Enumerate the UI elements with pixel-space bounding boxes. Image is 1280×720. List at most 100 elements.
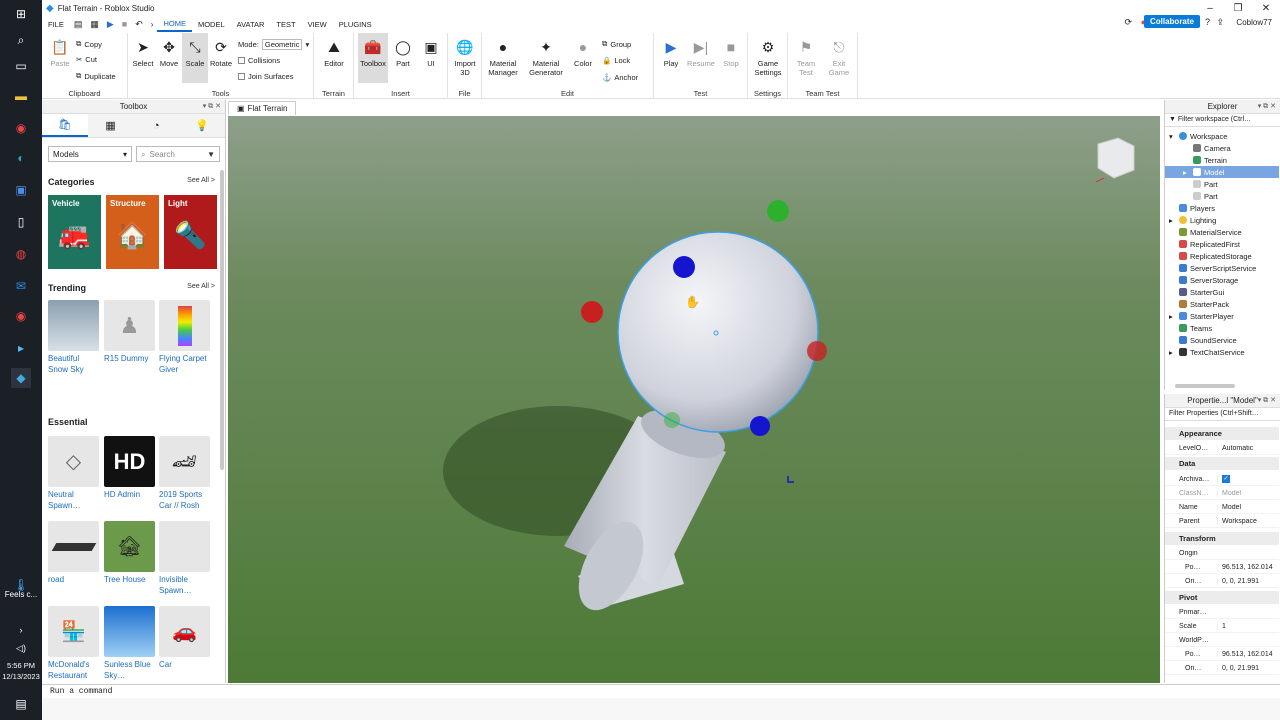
resume-button[interactable]: ▶| Resume — [686, 37, 716, 69]
prop-origin[interactable]: Origin — [1165, 547, 1279, 560]
play-button[interactable]: ▶ Play — [658, 37, 684, 69]
category-light[interactable]: Light 🔦 — [164, 195, 217, 269]
scale-handle-green-top[interactable] — [767, 200, 789, 222]
explorer-item-model[interactable]: ▸ Model — [1165, 166, 1279, 178]
appearance-section[interactable]: Appearance — [1165, 427, 1279, 440]
weather-widget[interactable]: 🌡 Feels c... — [0, 579, 42, 600]
toolbox-search-input[interactable]: ⌕ Search ▼ — [136, 146, 220, 162]
help-icon[interactable]: ? — [1205, 17, 1210, 27]
explorer-filter-input[interactable]: ▼ Filter workspace (Ctrl… — [1165, 114, 1280, 127]
prop-origin-orientation[interactable]: Ori… 0, 0, 21.991 — [1165, 575, 1279, 588]
prop-primary-part[interactable]: Primar… — [1165, 606, 1279, 619]
rotate-button[interactable]: ⟳ Rotate — [208, 37, 234, 69]
explorer-item-part[interactable]: Part — [1165, 178, 1279, 190]
trending-item-3[interactable]: Flying Carpet Giver — [159, 300, 211, 375]
recent-tab[interactable]: ◔ — [133, 114, 180, 137]
prop-archivable[interactable]: Archiva… ✓ — [1165, 473, 1279, 486]
prop-parent[interactable]: Parent Workspace — [1165, 515, 1279, 528]
essential-item-5[interactable]: 🏚 Tree House — [104, 521, 156, 585]
scale-handle-red-right[interactable] — [807, 341, 827, 361]
category-filter-select[interactable]: Models ▾ — [48, 146, 132, 162]
edge-icon[interactable]: ◐ — [11, 148, 31, 168]
3d-viewport[interactable]: ✋ — [228, 116, 1160, 683]
panel-controls-icon[interactable]: ▾ ⧉ ✕ — [1258, 396, 1276, 405]
explorer-item-workspace[interactable]: ▾ Workspace — [1165, 130, 1279, 142]
explorer-item-part[interactable]: Part — [1165, 190, 1279, 202]
explorer-item-starter-player[interactable]: ▸ StarterPlayer — [1165, 310, 1279, 322]
publish-icon[interactable]: ▦ — [86, 19, 103, 30]
import-3d-button[interactable]: 🌐 Import 3D — [450, 37, 480, 78]
explorer-item-replicated-first[interactable]: ReplicatedFirst — [1165, 238, 1279, 250]
prop-scale[interactable]: Scale 1 — [1165, 620, 1279, 633]
filter-icon[interactable]: ▼ — [207, 150, 215, 159]
essential-item-8[interactable]: Sunless Blue Sky… — [104, 606, 156, 681]
marketplace-tab[interactable]: 🛍 — [42, 114, 88, 137]
prop-world-pivot[interactable]: WorldP… — [1165, 634, 1279, 647]
terminal-icon[interactable]: ▸ — [11, 338, 31, 358]
explorer-item-replicated-storage[interactable]: ReplicatedStorage — [1165, 250, 1279, 262]
scale-handle-green-bottom[interactable] — [664, 412, 680, 428]
file-explorer-icon[interactable]: ▬ — [11, 86, 31, 106]
trending-see-all-link[interactable]: See All > — [187, 283, 215, 290]
play-quick-icon[interactable]: ▶ — [103, 19, 118, 30]
color-button[interactable]: ● Color — [570, 37, 596, 68]
move-button[interactable]: ✥ Move — [156, 37, 182, 69]
share-icon[interactable]: ⟳ — [1124, 17, 1132, 28]
material-manager-button[interactable]: ● Material Manager — [484, 37, 522, 77]
trending-item-2[interactable]: ♟ R15 Dummy — [104, 300, 156, 364]
essential-item-1[interactable]: ◇ Neutral Spawn… — [48, 436, 100, 511]
transform-section[interactable]: Transform — [1165, 532, 1279, 545]
stop-button[interactable]: ■ Stop — [718, 37, 744, 68]
notification-icon[interactable]: ▤ — [11, 694, 31, 714]
game-settings-button[interactable]: ⚙ Game Settings — [752, 37, 784, 78]
essential-item-6[interactable]: Invisible Spawn… — [159, 521, 211, 596]
panel-controls-icon[interactable]: ▾ ⧉ ✕ — [203, 102, 221, 111]
menu-avatar[interactable]: AVATAR — [231, 16, 271, 32]
lock-button[interactable]: 🔒 Lock — [602, 56, 630, 65]
explorer-item-server-script-service[interactable]: ServerScriptService — [1165, 262, 1279, 274]
explorer-item-sound-service[interactable]: SoundService — [1165, 334, 1279, 346]
essential-item-4[interactable]: road — [48, 521, 100, 585]
inventory-tab[interactable]: ▦ — [87, 114, 134, 137]
explorer-item-text-chat-service[interactable]: ▸ TextChatService — [1165, 346, 1279, 358]
creations-tab[interactable]: 💡 — [179, 114, 225, 137]
checkbox-checked-icon[interactable]: ✓ — [1222, 475, 1230, 483]
cut-button[interactable]: ✂ Cut — [76, 55, 97, 64]
collisions-checkbox[interactable]: Collisions — [238, 56, 280, 65]
properties-filter-input[interactable]: Filter Properties (Ctrl+Shift… — [1165, 408, 1280, 421]
copy-button[interactable]: ⧉ Copy — [76, 39, 102, 49]
search-icon[interactable]: ⌕ — [11, 30, 31, 50]
volume-icon[interactable]: ◁) — [11, 638, 31, 658]
stop-quick-icon[interactable]: ■ — [118, 19, 131, 29]
roblox-studio-icon[interactable]: ◆ — [11, 368, 31, 388]
username[interactable]: Coblow77 — [1236, 18, 1272, 27]
mode-select[interactable]: Mode: Geometric ▾ — [238, 39, 309, 50]
app-icon[interactable]: ◍ — [11, 244, 31, 264]
menu-home[interactable]: HOME — [157, 16, 192, 32]
anchor-button[interactable]: ⚓ Anchor — [602, 73, 638, 82]
prop-level-of-detail[interactable]: LevelO… Automatic — [1165, 442, 1279, 455]
essential-item-9[interactable]: 🚗 Car — [159, 606, 211, 670]
part-button[interactable]: ◯ Part — [390, 37, 416, 69]
paste-button[interactable]: 📋 Paste — [46, 37, 74, 69]
scale-handle-blue-bottom[interactable] — [750, 416, 770, 436]
prop-world-orientation[interactable]: Ori… 0, 0, 21.991 — [1165, 662, 1279, 675]
prop-name[interactable]: Name Model — [1165, 501, 1279, 514]
trending-item-1[interactable]: Beautiful Snow Sky — [48, 300, 100, 375]
toolbox-button[interactable]: 🧰 Toolbox — [358, 33, 388, 83]
explorer-horizontal-scrollbar[interactable] — [1175, 384, 1235, 388]
category-vehicle[interactable]: Vehicle 🚒 — [48, 195, 101, 269]
menu-plugins[interactable]: PLUGINS — [333, 16, 378, 32]
prop-world-position[interactable]: Po… 96.513, 162.014 — [1165, 648, 1279, 661]
prop-origin-position[interactable]: Po… 96.513, 162.014 — [1165, 561, 1279, 574]
collaborate-button[interactable]: Collaborate — [1143, 15, 1200, 28]
team-test-button[interactable]: ⚑ Team Test — [792, 37, 820, 78]
save-icon[interactable]: ▤ — [70, 19, 87, 30]
essential-item-3[interactable]: 🏎 2019 Sports Car // Rosh — [159, 436, 211, 511]
categories-see-all-link[interactable]: See All > — [187, 177, 215, 184]
close-icon[interactable]: ✕ — [1252, 0, 1280, 16]
chrome-2-icon[interactable]: ◉ — [11, 306, 31, 326]
explorer-item-teams[interactable]: Teams — [1165, 322, 1279, 334]
pivot-section[interactable]: Pivot — [1165, 591, 1279, 604]
more-icon[interactable]: › — [147, 20, 158, 29]
